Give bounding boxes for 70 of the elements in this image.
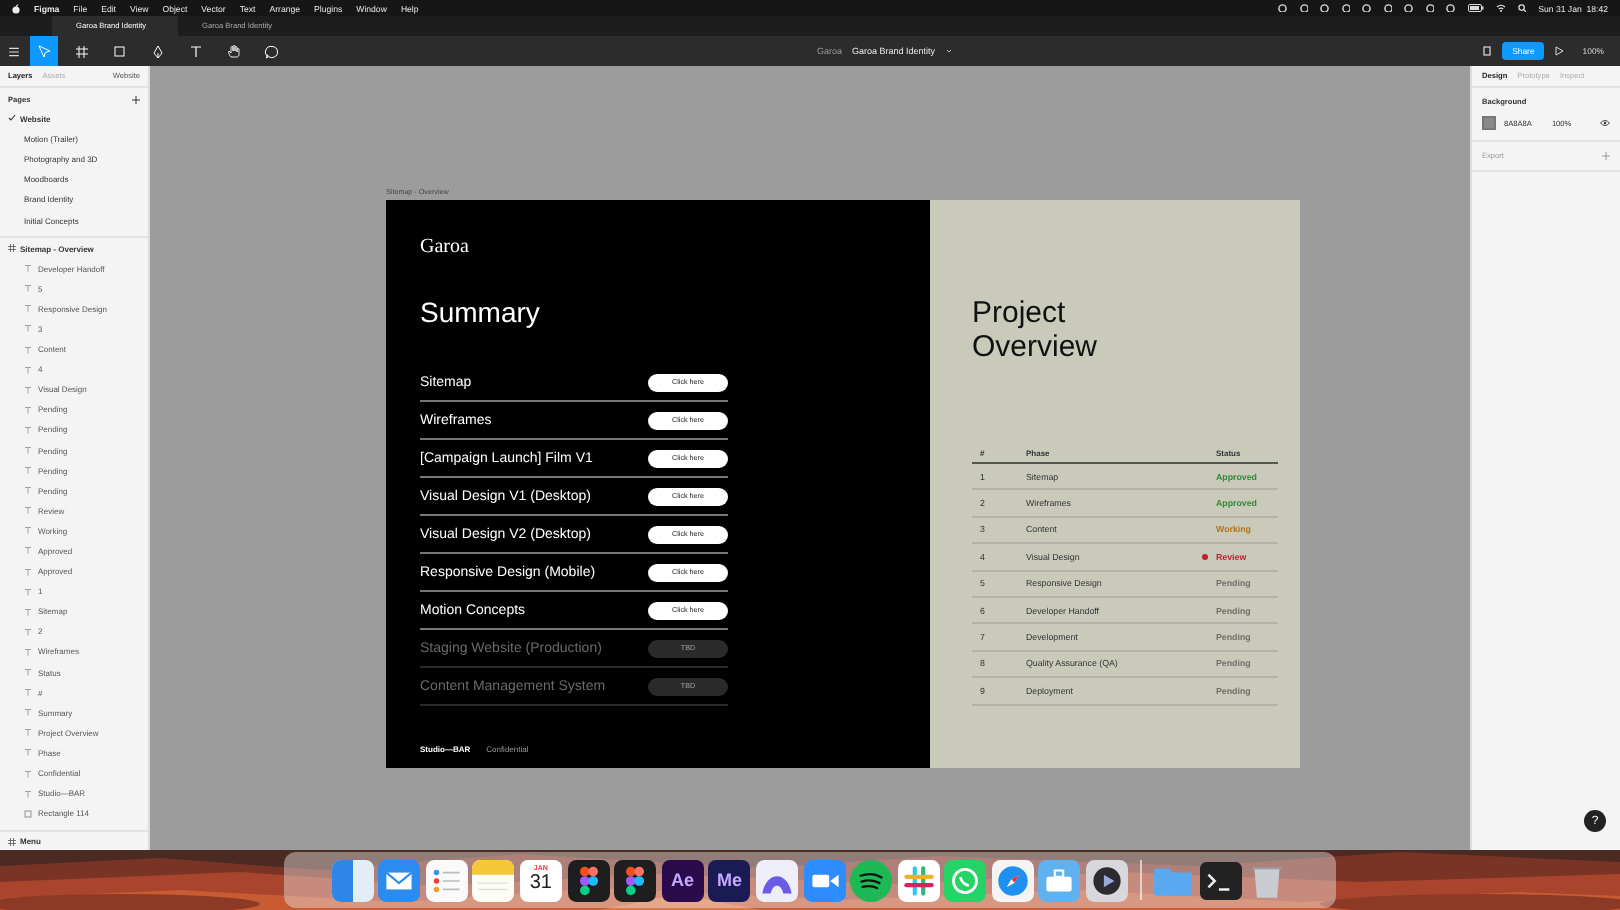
arch-icon[interactable]: [755, 859, 798, 901]
wifi-icon[interactable]: [1495, 4, 1506, 12]
list-icon[interactable]: [425, 859, 468, 901]
toolbox-icon[interactable]: [1038, 859, 1081, 901]
circle-icon[interactable]: [1341, 3, 1351, 13]
battery-icon[interactable]: [1467, 4, 1484, 12]
text-layer-icon: [24, 486, 32, 495]
overview-title: Project Overview: [972, 296, 1100, 364]
video-camera-icon[interactable]: [803, 859, 845, 901]
letter-app-icon[interactable]: Ae: [661, 859, 704, 901]
rectangle-icon: [24, 809, 32, 818]
text-layer-icon: [24, 567, 32, 576]
color-swatch[interactable]: [1482, 116, 1496, 130]
text-layer-icon: [24, 647, 32, 656]
shapes-icon[interactable]: [614, 859, 657, 901]
text-layer-icon: [24, 546, 32, 555]
text-layer-icon: [24, 345, 32, 354]
text-layer-icon: [24, 446, 32, 455]
shapes-icon[interactable]: [567, 859, 610, 901]
text-layer-icon: [24, 304, 32, 313]
circle-icon[interactable]: [1425, 3, 1435, 13]
text-layer-icon: [24, 405, 32, 414]
letter-app-icon[interactable]: Me: [708, 859, 751, 901]
envelope-icon[interactable]: [378, 859, 421, 901]
circle-icon[interactable]: [1278, 3, 1288, 13]
text-layer-icon: [24, 324, 32, 333]
status-dot: [1202, 553, 1208, 560]
text-layer-icon: [24, 506, 32, 515]
text-layer-icon: [24, 385, 32, 394]
text-layer-icon: [24, 769, 32, 778]
split-square-icon[interactable]: [331, 859, 374, 901]
text-layer-icon: [24, 365, 32, 374]
sound-waves-icon[interactable]: [850, 859, 893, 901]
circle-icon[interactable]: [1320, 3, 1330, 13]
play-circle-icon[interactable]: [1086, 859, 1129, 901]
logo-icon[interactable]: [12, 3, 20, 13]
menu-icon[interactable]: [8, 45, 20, 57]
text-layer-icon: [24, 607, 32, 616]
text-layer-icon: [24, 668, 32, 677]
circle-icon[interactable]: [1299, 3, 1309, 13]
text-layer-icon: [24, 748, 32, 757]
text-layer-icon: [24, 284, 32, 293]
play-icon[interactable]: [1554, 46, 1565, 56]
calendar-day: 31: [529, 871, 552, 893]
text-layer-icon: [24, 708, 32, 717]
eye-icon[interactable]: [1600, 120, 1610, 126]
frame-icon: [8, 837, 16, 845]
notepad-icon[interactable]: [472, 859, 515, 901]
circle-icon[interactable]: [1404, 3, 1414, 13]
plus-icon[interactable]: [132, 96, 140, 104]
text-layer-icon: [24, 425, 32, 434]
circle-icon[interactable]: [1383, 3, 1393, 13]
terminal-icon[interactable]: [1199, 859, 1242, 901]
text-layer-icon: [24, 587, 32, 596]
phone-bubble-icon[interactable]: [944, 859, 987, 901]
text-layer-icon: [24, 264, 32, 273]
text-layer-icon: [24, 627, 32, 636]
text-layer-icon: [24, 688, 32, 697]
search-icon[interactable]: [1517, 3, 1527, 13]
text-layer-icon: [24, 526, 32, 535]
circle-icon[interactable]: [1362, 3, 1372, 13]
text-layer-icon: [24, 466, 32, 475]
hash-icon[interactable]: [897, 859, 940, 901]
text-layer-icon: [24, 728, 32, 737]
frame-icon: [8, 244, 16, 253]
logo-text: Garoa: [420, 236, 471, 260]
circle-icon[interactable]: [1446, 3, 1456, 13]
compass-icon[interactable]: [991, 859, 1034, 901]
summary-title: Summary: [420, 296, 542, 328]
text-layer-icon: [24, 789, 32, 798]
